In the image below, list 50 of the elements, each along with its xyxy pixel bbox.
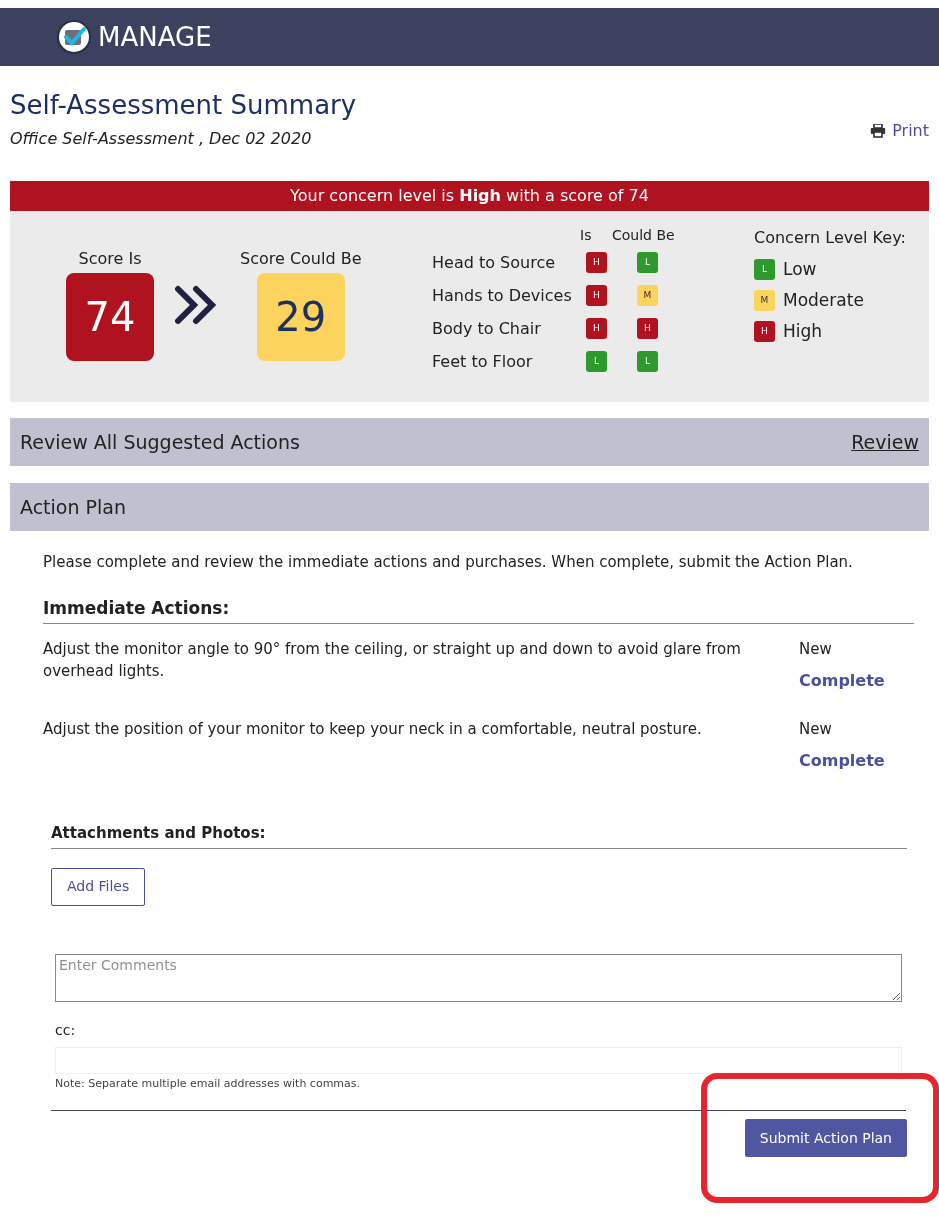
logo-icon bbox=[56, 19, 92, 55]
app-title: MANAGE bbox=[98, 20, 212, 54]
concern-badge: H bbox=[754, 321, 775, 342]
factor-label: Body to Chair bbox=[432, 317, 542, 340]
concern-badge: M bbox=[637, 285, 658, 306]
action-status: New bbox=[799, 719, 833, 740]
print-link[interactable]: Print bbox=[870, 119, 929, 143]
concern-banner: Your concern level is High with a score of 74 bbox=[10, 181, 929, 211]
concern-badge: L bbox=[754, 259, 775, 280]
factor-label: Head to Source bbox=[432, 251, 557, 274]
complete-link[interactable]: Complete bbox=[799, 748, 914, 773]
concern-badge: L bbox=[586, 351, 607, 372]
column-header: Is bbox=[580, 226, 593, 245]
factor-label: Feet to Floor bbox=[432, 350, 534, 373]
section-heading: Immediate Actions: bbox=[43, 595, 914, 624]
factor-label: Hands to Devices bbox=[432, 284, 573, 307]
concern-badge: H bbox=[586, 285, 607, 306]
cc-field[interactable] bbox=[55, 1046, 902, 1074]
complete-link[interactable]: Complete bbox=[799, 668, 914, 693]
add-files-button[interactable]: Add Files bbox=[51, 867, 146, 906]
section-title: Action Plan bbox=[20, 494, 126, 520]
review-link[interactable]: Review bbox=[851, 427, 919, 457]
comments-field[interactable]: Enter Comments bbox=[55, 953, 902, 1002]
section-title: Review All Suggested Actions bbox=[20, 429, 300, 455]
action-status: New bbox=[799, 639, 833, 660]
concern-badge: H bbox=[637, 318, 658, 339]
printer-icon bbox=[870, 124, 887, 138]
submit-button[interactable]: Submit Action Plan bbox=[744, 1119, 907, 1157]
page-subtitle: Office Self-Assessment , Dec 02 2020 bbox=[10, 128, 313, 150]
concern-badge: H bbox=[586, 252, 607, 273]
concern-badge: H bbox=[586, 318, 607, 339]
section-heading: Attachments and Photos: bbox=[51, 822, 907, 849]
note-text: Note: Separate multiple email addresses with commas. bbox=[55, 1075, 362, 1092]
page-title: Self-Assessment Summary bbox=[10, 89, 357, 122]
score-tile: 29 bbox=[256, 273, 345, 361]
key-label: Moderate bbox=[783, 288, 864, 312]
concern-badge: L bbox=[637, 351, 658, 372]
concern-badge: L bbox=[637, 252, 658, 273]
key-title: Concern Level Key: bbox=[754, 227, 906, 249]
intro-text: Please complete and review the immediate actions and purchases. When complete, submit the Action Plan. bbox=[43, 552, 854, 573]
column-header: Could Be bbox=[612, 226, 675, 245]
action-text: Adjust the position of your monitor to keep your neck in a comfortable, neutral posture. bbox=[43, 719, 703, 740]
key-label: Low bbox=[783, 257, 817, 281]
score-label: Score Could Be bbox=[240, 248, 362, 270]
key-label: High bbox=[783, 319, 823, 343]
score-tile: 74 bbox=[66, 273, 154, 361]
cc-label: cc: bbox=[55, 1020, 77, 1040]
concern-badge: M bbox=[754, 290, 775, 311]
action-text: Adjust the monitor angle to 90° from the ceiling, or straight up and down to avoid glare from overhead lights. bbox=[43, 639, 742, 682]
score-label: Score Is bbox=[78, 248, 142, 270]
